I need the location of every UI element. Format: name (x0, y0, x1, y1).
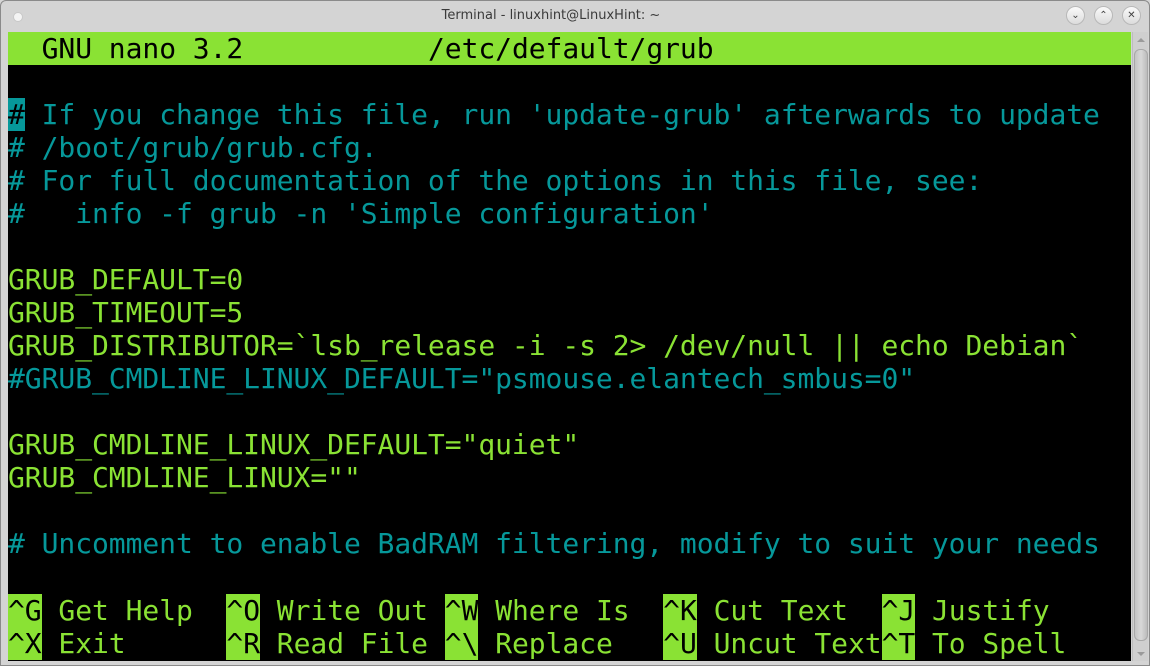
comment-line: # If you change this file, run 'update-g… (8, 98, 1100, 131)
shortcut-label: Exit (41, 627, 227, 660)
window-title: Terminal - linuxhint@LinuxHint: ~ (441, 8, 661, 23)
scrollbar[interactable] (1132, 32, 1148, 661)
comment-line: # For full documentation of the options … (8, 164, 982, 197)
comment-line: #GRUB_CMDLINE_LINUX_DEFAULT="psmouse.ela… (8, 362, 915, 395)
shortcut-label: Justify (915, 594, 1050, 627)
config-line: GRUB_DISTRIBUTOR=`lsb_release -i -s 2> /… (8, 329, 1083, 362)
shortcut-label: Cut Text (696, 594, 882, 627)
line-text: #GRUB_CMDLINE_LINUX_DEFAULT="psmouse.ela… (8, 362, 916, 395)
shortcut-item[interactable]: ^K Cut Text (663, 594, 881, 627)
comment-line: # /boot/grub/grub.cfg. (8, 131, 378, 164)
comment-line: # info -f grub -n 'Simple configuration' (8, 197, 714, 230)
nano-version: GNU nano 3.2 (41, 32, 244, 65)
shortcut-item[interactable]: ^U Uncut Text (663, 627, 882, 660)
shortcut-key: ^U (663, 627, 697, 660)
shortcut-label: To Spell (915, 627, 1067, 660)
line-text: GRUB_CMDLINE_LINUX="" (8, 461, 361, 494)
title-bar[interactable]: Terminal - linuxhint@LinuxHint: ~ ⌄ ⌃ ✕ (1, 1, 1149, 32)
shortcut-label: Read File (260, 627, 445, 660)
comment-line: # Uncomment to enable BadRAM filtering, … (8, 527, 1100, 560)
line-text: # For full documentation of the options … (8, 164, 983, 197)
line-text: GRUB_CMDLINE_LINUX_DEFAULT="quiet" (8, 428, 580, 461)
shortcut-item[interactable]: ^\ Replace (444, 627, 664, 660)
shortcut-item[interactable]: ^R Read File (226, 627, 444, 660)
shortcut-label: Uncut Text (696, 627, 882, 660)
maximize-button[interactable]: ⌃ (1094, 6, 1113, 25)
config-line: GRUB_TIMEOUT=5 (8, 296, 243, 329)
shortcut-label: Replace (478, 627, 664, 660)
line-text: GRUB_TIMEOUT=5 (8, 296, 244, 329)
line-text: # info -f grub -n 'Simple configuration' (8, 197, 714, 230)
shortcut-item[interactable]: ^O Write Out (226, 594, 444, 627)
line-text: If you change this file, run 'update-gru… (24, 98, 1100, 131)
shortcut-label: Where Is (478, 594, 664, 627)
shortcut-key: ^O (226, 594, 260, 627)
shortcut-key: ^K (663, 594, 697, 627)
text-cursor: # (8, 98, 25, 131)
config-line: GRUB_CMDLINE_LINUX_DEFAULT="quiet" (8, 428, 579, 461)
shortcut-item[interactable]: ^W Where Is (444, 594, 664, 627)
scrollbar-thumb[interactable] (1134, 49, 1148, 641)
line-text: # Uncomment to enable BadRAM filtering, … (8, 527, 1100, 560)
line-text: GRUB_DISTRIBUTOR=`lsb_release -i -s 2> /… (8, 329, 1084, 362)
shortcut-item[interactable]: ^G Get Help (8, 594, 226, 627)
config-line: GRUB_DEFAULT=0 (8, 263, 243, 296)
shortcut-label: Get Help (41, 594, 227, 627)
shortcut-item[interactable]: ^J Justify (881, 594, 1050, 627)
shortcut-item[interactable]: ^X Exit (8, 627, 226, 660)
line-text: # /boot/grub/grub.cfg. (8, 131, 378, 164)
shortcut-key: ^J (881, 594, 916, 627)
shortcut-row: ^X Exit ^R Read File ^\ Replace ^U Uncut… (8, 627, 1066, 660)
shortcut-key: ^T (881, 627, 916, 660)
minimize-button[interactable]: ⌄ (1066, 6, 1085, 25)
terminal-window: Terminal - linuxhint@LinuxHint: ~ ⌄ ⌃ ✕ … (0, 0, 1150, 666)
shortcut-key: ^X (8, 627, 42, 660)
scroll-up-arrow-icon[interactable] (1137, 38, 1145, 42)
close-button[interactable]: ✕ (1122, 6, 1141, 25)
config-line: GRUB_CMDLINE_LINUX="" (8, 461, 361, 494)
shortcut-item[interactable]: ^T To Spell (881, 627, 1067, 660)
shortcut-label: Write Out (260, 594, 445, 627)
shortcut-row: ^G Get Help ^O Write Out ^W Where Is ^K … (8, 594, 1050, 627)
shortcut-key: ^R (226, 627, 260, 660)
nano-header: GNU nano 3.2 /etc/default/grub (8, 32, 1131, 65)
shortcut-key: ^G (8, 594, 42, 627)
nano-filename: /etc/default/grub (427, 32, 714, 65)
line-text: GRUB_DEFAULT=0 (8, 263, 244, 296)
terminal-area[interactable]: GNU nano 3.2 /etc/default/grub # If you … (8, 32, 1131, 661)
scroll-down-arrow-icon[interactable] (1137, 652, 1145, 656)
shortcut-key: ^W (444, 594, 479, 627)
shortcut-key: ^\ (444, 627, 479, 660)
